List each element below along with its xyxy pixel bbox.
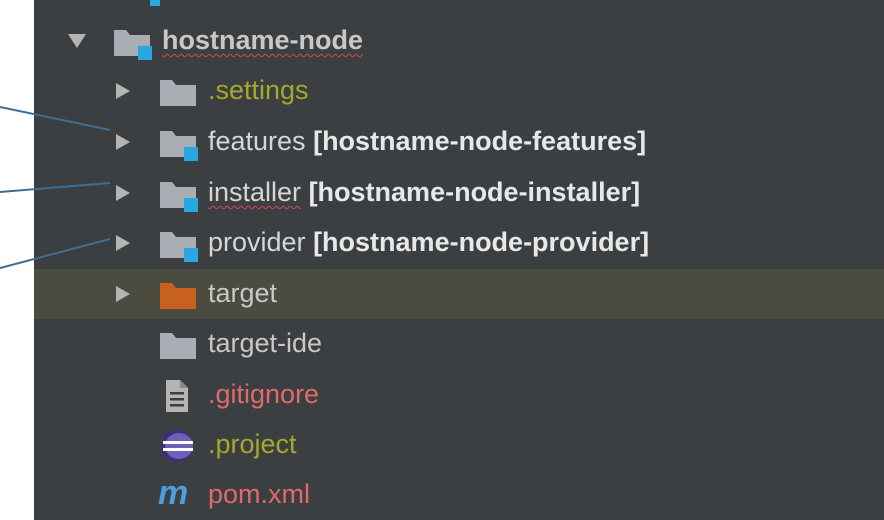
module-tag: [hostname-node-features] [313, 126, 647, 156]
item-label: target-ide [208, 328, 323, 358]
expand-arrow-icon[interactable] [116, 83, 130, 99]
tree-row-pom[interactable]: m pom.xml [34, 470, 884, 520]
expand-arrow-icon[interactable] [116, 134, 130, 150]
folder-icon [160, 333, 196, 359]
expand-arrow-icon[interactable] [116, 286, 130, 302]
tree-row-provider[interactable]: provider [hostname-node-provider] [34, 218, 884, 268]
module-folder-icon [160, 182, 198, 212]
eclipse-project-icon [161, 430, 193, 462]
item-label: .settings [208, 75, 309, 105]
module-folder-name: installer [208, 177, 302, 207]
excluded-folder-icon [160, 283, 196, 309]
tree-row-project[interactable]: .project [34, 420, 884, 470]
item-label: provider [hostname-node-provider] [208, 229, 649, 256]
module-folder-icon [160, 232, 198, 262]
item-label: .gitignore [208, 379, 320, 409]
item-label: target [208, 278, 278, 308]
partial-row-above [150, 0, 160, 6]
tree-row-settings[interactable]: .settings [34, 66, 884, 116]
module-tag: [hostname-node-installer] [308, 177, 641, 207]
tree-row-installer[interactable]: installer [hostname-node-installer] [34, 168, 884, 218]
folder-icon [160, 80, 196, 106]
item-label: features [hostname-node-features] [208, 128, 646, 155]
module-folder-icon [114, 30, 152, 60]
expand-arrow-icon[interactable] [116, 235, 130, 251]
item-label: .project [208, 429, 297, 459]
root-label: hostname-node [162, 25, 364, 55]
tree-row-target-ide[interactable]: target-ide [34, 319, 884, 369]
item-label: pom.xml [208, 479, 311, 509]
svg-text:m: m [158, 476, 188, 512]
module-folder-name: provider [208, 227, 306, 257]
collapse-arrow-icon[interactable] [68, 34, 86, 48]
tree-row-features[interactable]: features [hostname-node-features] [34, 117, 884, 167]
tree-row-target[interactable]: target [34, 269, 884, 319]
maven-icon: m [158, 476, 188, 512]
project-tree: hostname-node .settings features [hostna… [0, 0, 884, 520]
expand-arrow-icon[interactable] [116, 185, 130, 201]
tree-row-gitignore[interactable]: .gitignore [34, 370, 884, 420]
text-file-icon [166, 380, 188, 412]
module-tag: [hostname-node-provider] [313, 227, 650, 257]
module-folder-name: features [208, 126, 306, 156]
tree-row-root[interactable]: hostname-node [34, 16, 884, 66]
item-label: installer [hostname-node-installer] [208, 179, 640, 206]
module-folder-icon [160, 131, 198, 161]
